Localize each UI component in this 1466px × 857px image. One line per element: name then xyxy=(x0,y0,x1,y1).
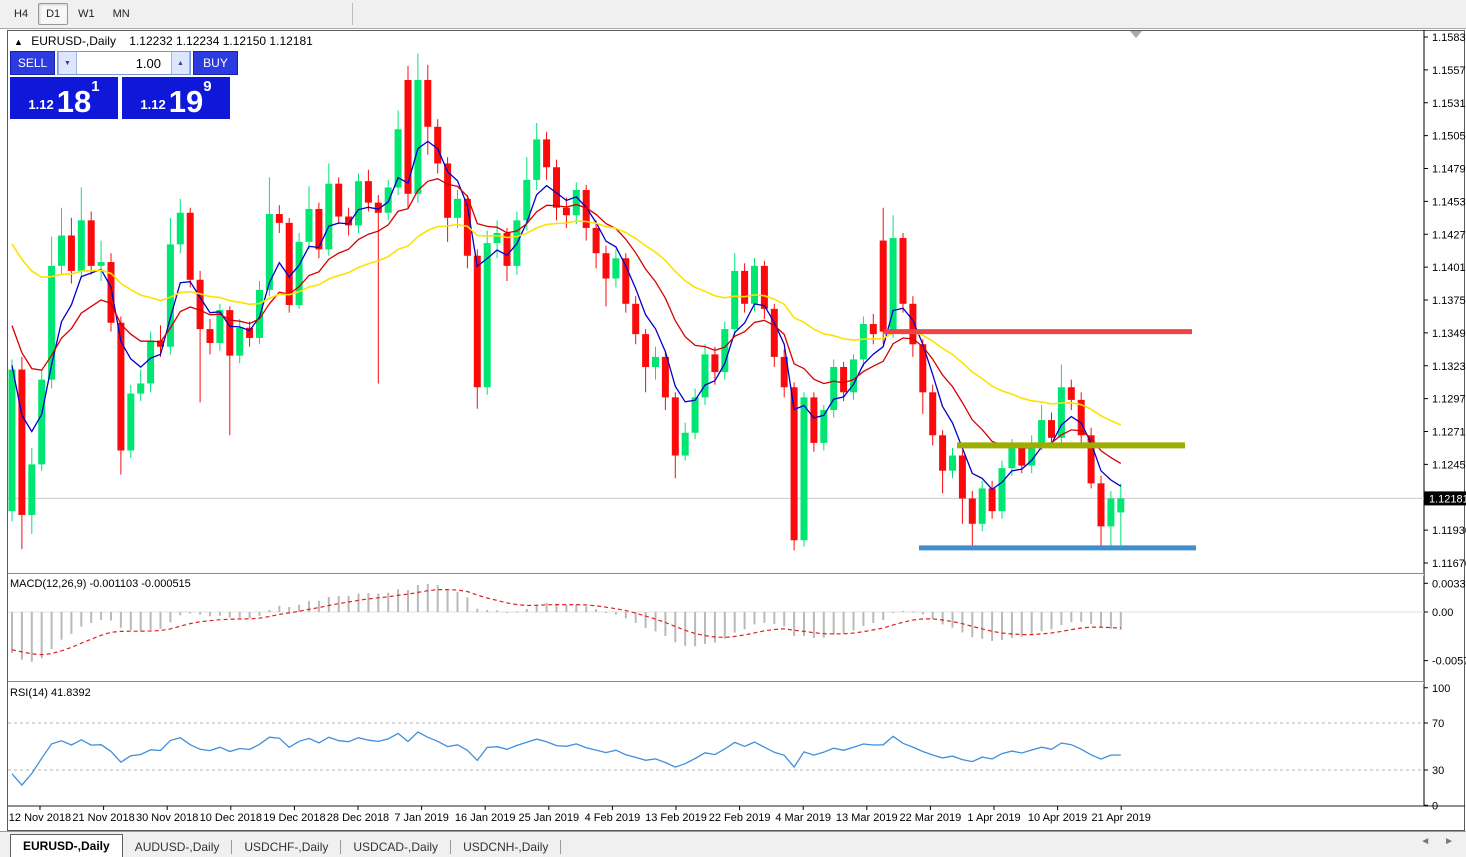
time-axis[interactable]: 12 Nov 201821 Nov 201830 Nov 201810 Dec … xyxy=(9,806,1151,824)
svg-text:21 Apr 2019: 21 Apr 2019 xyxy=(1092,812,1151,824)
svg-text:1.15570: 1.15570 xyxy=(1432,65,1466,77)
rsi-line xyxy=(12,732,1121,785)
svg-text:7 Jan 2019: 7 Jan 2019 xyxy=(394,812,448,824)
chart-tab-eurusd[interactable]: EURUSD-,Daily xyxy=(10,834,123,857)
svg-text:1.15830: 1.15830 xyxy=(1432,32,1466,44)
sell-price-box[interactable]: 1.12 18 1 xyxy=(10,77,118,119)
svg-text:1.12970: 1.12970 xyxy=(1432,394,1466,406)
chart-tab-usdcad[interactable]: USDCAD-,Daily xyxy=(341,837,450,857)
svg-text:12 Nov 2018: 12 Nov 2018 xyxy=(9,812,71,824)
svg-text:19 Dec 2018: 19 Dec 2018 xyxy=(263,812,325,824)
application-window: H4D1W1MN 1.158301.155701.153101.150501.1… xyxy=(0,0,1466,857)
tab-scroll-right-icon[interactable]: ► xyxy=(1444,836,1454,847)
chart-symbol-label: EURUSD-,Daily xyxy=(31,34,116,48)
moving-average-34 xyxy=(12,221,1121,425)
svg-text:0.003386: 0.003386 xyxy=(1432,578,1466,590)
macd-indicator-label: MACD(12,26,9) -0.001103 -0.000515 xyxy=(10,578,191,590)
svg-text:10 Apr 2019: 10 Apr 2019 xyxy=(1028,812,1087,824)
svg-text:1.13750: 1.13750 xyxy=(1432,295,1466,307)
chevron-up-icon: ▲ xyxy=(177,60,184,67)
one-click-trading-panel: SELL ▼ 1.00 ▲ BUY 1.12 18 1 1.12 19 9 xyxy=(10,51,238,119)
buy-price-big: 19 xyxy=(169,89,203,115)
svg-text:10 Dec 2018: 10 Dec 2018 xyxy=(200,812,262,824)
buy-button[interactable]: BUY xyxy=(193,51,238,75)
svg-text:-0.00574: -0.00574 xyxy=(1432,656,1466,668)
chart-shift-marker-icon xyxy=(1130,31,1142,38)
chart-tab-usdcnh[interactable]: USDCNH-,Daily xyxy=(451,837,560,857)
svg-text:28 Dec 2018: 28 Dec 2018 xyxy=(327,812,389,824)
svg-text:22 Mar 2019: 22 Mar 2019 xyxy=(900,812,962,824)
tab-divider xyxy=(560,840,561,854)
sell-price-prefix: 1.12 xyxy=(28,97,53,112)
buy-price-box[interactable]: 1.12 19 9 xyxy=(122,77,230,119)
chart-tab-audusd[interactable]: AUDUSD-,Daily xyxy=(123,837,232,857)
svg-text:1.14530: 1.14530 xyxy=(1432,196,1466,208)
chart-title: ▲ EURUSD-,Daily 1.12232 1.12234 1.12150 … xyxy=(14,34,313,48)
svg-text:1.15050: 1.15050 xyxy=(1432,131,1466,143)
svg-text:1.15310: 1.15310 xyxy=(1432,98,1466,110)
svg-text:13 Mar 2019: 13 Mar 2019 xyxy=(836,812,898,824)
tab-scroll-buttons: ◄ ► xyxy=(1420,836,1454,847)
svg-text:1 Apr 2019: 1 Apr 2019 xyxy=(967,812,1020,824)
svg-text:1.13230: 1.13230 xyxy=(1432,361,1466,373)
tab-scroll-left-icon[interactable]: ◄ xyxy=(1420,836,1430,847)
price-axis[interactable]: 1.15830 1.15570 1.15310 1.15050 1.14790 1.145… xyxy=(1424,32,1466,570)
chart-ohlc-quotes: 1.12232 1.12234 1.12150 1.12181 xyxy=(129,34,313,48)
svg-text:1.11930: 1.11930 xyxy=(1432,525,1466,537)
chevron-down-icon: ▼ xyxy=(64,60,71,67)
svg-text:1.14010: 1.14010 xyxy=(1432,262,1466,274)
svg-text:0: 0 xyxy=(1432,800,1438,812)
svg-text:25 Jan 2019: 25 Jan 2019 xyxy=(519,812,580,824)
chart-tab-usdchf[interactable]: USDCHF-,Daily xyxy=(232,837,340,857)
volume-increase-button[interactable]: ▲ xyxy=(171,52,190,74)
buy-price-sup: 9 xyxy=(203,78,211,95)
svg-text:1.11670: 1.11670 xyxy=(1432,558,1466,570)
svg-text:30 Nov 2018: 30 Nov 2018 xyxy=(136,812,198,824)
svg-text:16 Jan 2019: 16 Jan 2019 xyxy=(455,812,516,824)
chart-tab-bar: EURUSD-,DailyAUDUSD-,DailyUSDCHF-,DailyU… xyxy=(0,831,1466,857)
macd-axis[interactable]: 0.003386 0.00 -0.00574 xyxy=(1424,578,1466,667)
candlesticks xyxy=(9,53,1125,550)
rsi-indicator-label: RSI(14) 41.8392 xyxy=(10,687,91,699)
macd-signal-line xyxy=(12,590,1121,655)
svg-text:22 Feb 2019: 22 Feb 2019 xyxy=(709,812,771,824)
sell-button[interactable]: SELL xyxy=(10,51,55,75)
svg-text:1.14790: 1.14790 xyxy=(1432,164,1466,176)
volume-decrease-button[interactable]: ▼ xyxy=(58,52,77,74)
volume-field[interactable]: 1.00 xyxy=(77,52,171,74)
sell-price-big: 18 xyxy=(57,89,91,115)
macd-panel xyxy=(11,584,1122,662)
chart-canvas[interactable]: 1.15830 1.15570 1.15310 1.15050 1.14790 1.145… xyxy=(0,0,1466,857)
svg-text:21 Nov 2018: 21 Nov 2018 xyxy=(72,812,134,824)
buy-price-prefix: 1.12 xyxy=(140,97,165,112)
sell-price-sup: 1 xyxy=(91,78,99,95)
svg-text:30: 30 xyxy=(1432,765,1444,777)
svg-text:13 Feb 2019: 13 Feb 2019 xyxy=(645,812,707,824)
svg-text:1.12710: 1.12710 xyxy=(1432,427,1466,439)
svg-text:1.12450: 1.12450 xyxy=(1432,459,1466,471)
svg-text:1.14270: 1.14270 xyxy=(1432,229,1466,241)
chart-marker-icon: ▲ xyxy=(14,37,23,47)
volume-stepper: ▼ 1.00 ▲ xyxy=(57,51,191,75)
svg-text:70: 70 xyxy=(1432,718,1444,730)
svg-text:0.00: 0.00 xyxy=(1432,607,1453,619)
svg-text:1.12181: 1.12181 xyxy=(1429,493,1466,505)
svg-text:1.13490: 1.13490 xyxy=(1432,328,1466,340)
svg-text:4 Feb 2019: 4 Feb 2019 xyxy=(585,812,641,824)
svg-text:100: 100 xyxy=(1432,683,1450,695)
svg-text:4 Mar 2019: 4 Mar 2019 xyxy=(775,812,831,824)
rsi-axis[interactable]: 100 70 30 0 xyxy=(1424,683,1450,813)
